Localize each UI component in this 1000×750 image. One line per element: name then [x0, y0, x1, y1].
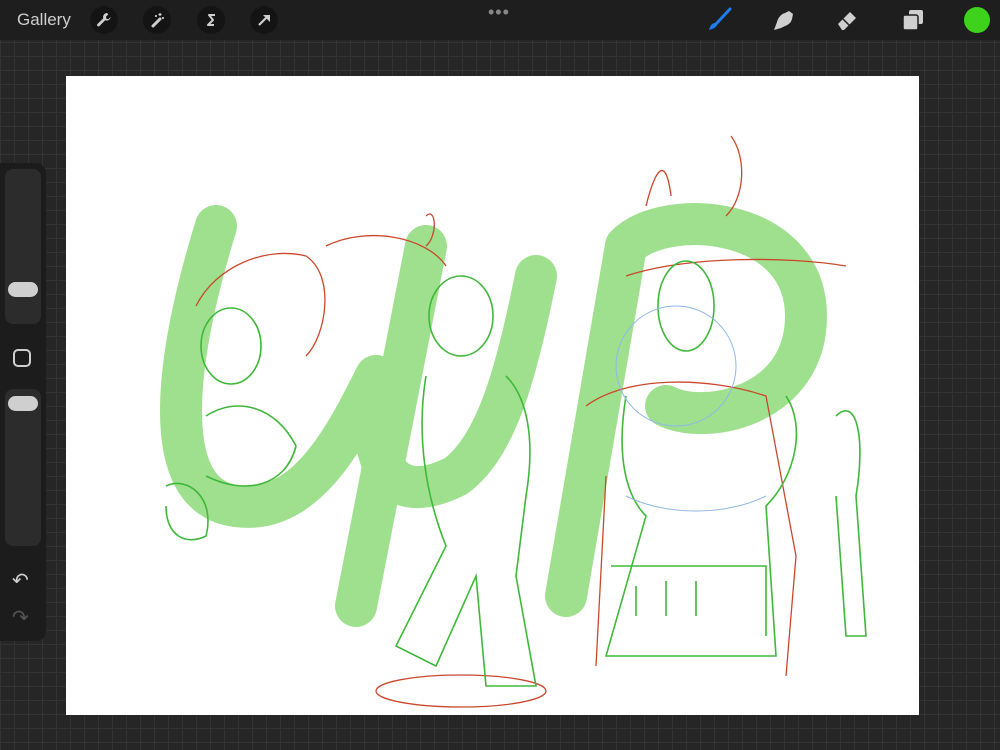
left-sidebar: ↶ ↷: [0, 163, 46, 641]
selection-s-icon: [207, 14, 215, 26]
smudge-icon: [774, 11, 793, 30]
selection-button[interactable]: [197, 6, 225, 34]
redo-button[interactable]: ↷: [12, 605, 29, 630]
brush-tool-button[interactable]: [704, 5, 734, 35]
layers-icon: [902, 10, 923, 31]
actions-button[interactable]: [90, 6, 118, 34]
magic-wand-icon: [151, 13, 164, 28]
transform-button[interactable]: [250, 6, 278, 34]
drawing-canvas[interactable]: [66, 76, 919, 715]
wip-lettering: [160, 203, 827, 627]
layers-button[interactable]: [898, 5, 928, 35]
sketch-artwork: [160, 135, 867, 708]
eyedropper-modify-button[interactable]: [13, 349, 31, 367]
brush-size-thumb[interactable]: [8, 282, 38, 297]
opacity-slider[interactable]: [5, 389, 41, 546]
transform-arrow-icon: [258, 15, 270, 26]
brush-size-slider[interactable]: [5, 169, 41, 324]
adjustments-button[interactable]: [143, 6, 171, 34]
smudge-tool-button[interactable]: [768, 5, 798, 35]
more-options-button[interactable]: •••: [488, 2, 510, 23]
color-picker-button[interactable]: [964, 7, 990, 33]
eraser-tool-button[interactable]: [832, 5, 862, 35]
brush-icon: [709, 7, 732, 30]
undo-button[interactable]: ↶: [12, 568, 29, 593]
opacity-thumb[interactable]: [8, 396, 38, 411]
wrench-icon: [97, 13, 111, 27]
top-toolbar: Gallery •••: [0, 0, 1000, 40]
gallery-button[interactable]: Gallery: [17, 10, 71, 30]
eraser-icon: [838, 12, 856, 30]
